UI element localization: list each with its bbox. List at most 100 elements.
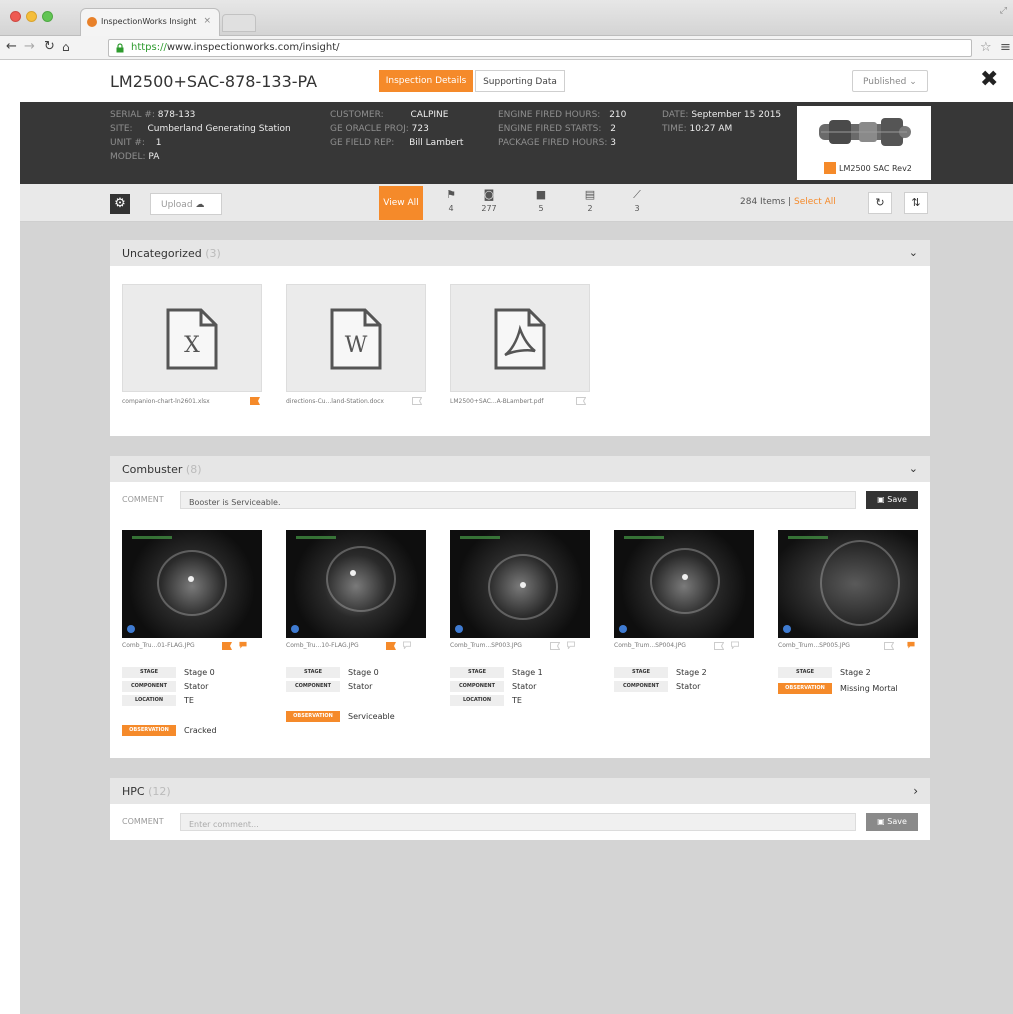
- filter-documents[interactable]: ▤ 2: [576, 188, 604, 213]
- flag-icon[interactable]: [222, 642, 232, 650]
- address-bar[interactable]: https://www.inspectionworks.com/insight/: [108, 39, 972, 57]
- tag-label: LOCATION: [450, 695, 504, 706]
- upload-button[interactable]: Upload ☁: [150, 193, 222, 215]
- refresh-icon[interactable]: ↻: [868, 192, 892, 214]
- section-header[interactable]: HPC (12) ›: [110, 778, 930, 804]
- browser-menu-icon[interactable]: ≡: [1000, 40, 1011, 55]
- tag-component: COMPONENT Stator: [122, 676, 208, 692]
- section-count: (12): [148, 785, 171, 798]
- engine-model-card[interactable]: LM2500 SAC Rev2: [797, 106, 931, 180]
- pdf-file-icon: [494, 308, 546, 370]
- engine-image: [819, 118, 911, 146]
- filter-charts[interactable]: ⟋ 3: [623, 188, 651, 213]
- document-card-xlsx[interactable]: X: [122, 284, 262, 392]
- info-oracle: GE ORACLE PROJ: 723: [330, 124, 429, 135]
- camera-icon: ◙: [483, 188, 495, 201]
- inspection-image[interactable]: [122, 530, 262, 638]
- gear-icon[interactable]: ⚙: [110, 194, 130, 214]
- section-title-text: Combuster: [122, 463, 183, 476]
- tag-value: Stage 2: [840, 668, 871, 677]
- section-header[interactable]: Combuster (8) ⌄: [110, 456, 930, 482]
- flag-outline-icon[interactable]: [884, 642, 894, 650]
- browser-tab[interactable]: InspectionWorks Insight ×: [80, 8, 220, 36]
- home-icon: [824, 162, 836, 174]
- tab-close-icon[interactable]: ×: [203, 16, 211, 26]
- document-card-pdf[interactable]: [450, 284, 590, 392]
- filter-videos[interactable]: ■ 5: [527, 188, 555, 213]
- bookmark-star-icon[interactable]: ☆: [980, 40, 992, 55]
- info-dot-icon: [619, 625, 627, 633]
- tag-value: Stator: [348, 682, 373, 691]
- status-dropdown[interactable]: Published ⌄: [852, 70, 928, 92]
- info-dot-icon: [291, 625, 299, 633]
- tag-label: COMPONENT: [286, 681, 340, 692]
- section-title-text: HPC: [122, 785, 145, 798]
- comment-outline-icon[interactable]: [730, 641, 740, 649]
- save-button[interactable]: ▣ Save: [866, 491, 918, 509]
- tag-stage: STAGE Stage 2: [614, 662, 707, 678]
- comment-outline-icon[interactable]: [566, 641, 576, 649]
- browser-tab-title: InspectionWorks Insight: [101, 17, 197, 26]
- zoom-window-button[interactable]: [42, 11, 53, 22]
- browser-navbar: ← → ↻ ⌂ https://www.inspectionworks.com/…: [0, 36, 1013, 60]
- tab-inspection-details[interactable]: Inspection Details: [379, 70, 473, 92]
- info-label: PACKAGE FIRED HOURS:: [498, 138, 608, 148]
- app-header: LM2500+SAC-878-133-PA Inspection Details…: [20, 60, 1013, 102]
- new-tab-button[interactable]: [222, 14, 256, 32]
- comment-icon[interactable]: [238, 641, 248, 649]
- flag-outline-icon[interactable]: [412, 397, 422, 405]
- tag-label: OBSERVATION: [286, 711, 340, 722]
- filter-count: 3: [634, 204, 640, 213]
- save-button[interactable]: ▣ Save: [866, 813, 918, 831]
- tag-value: TE: [512, 696, 522, 705]
- engine-model-label: LM2500 SAC Rev2: [839, 164, 912, 173]
- chevron-right-icon[interactable]: ›: [913, 784, 918, 798]
- overlay-text: [296, 536, 336, 539]
- flag-outline-icon[interactable]: [714, 642, 724, 650]
- forward-icon[interactable]: →: [24, 39, 35, 55]
- overlay-text: [788, 536, 828, 539]
- comment-input[interactable]: [180, 813, 856, 831]
- info-value: 10:27 AM: [689, 124, 733, 134]
- section-count: (3): [205, 247, 221, 260]
- items-count-text: 284 Items: [740, 197, 786, 207]
- inspection-image[interactable]: [778, 530, 918, 638]
- comment-icon[interactable]: [906, 641, 916, 649]
- sort-icon[interactable]: ⇅: [904, 192, 928, 214]
- flag-icon[interactable]: [250, 397, 260, 405]
- info-label: ENGINE FIRED STARTS:: [498, 124, 602, 134]
- minimize-window-button[interactable]: [26, 11, 37, 22]
- chevron-down-icon[interactable]: ⌄: [909, 246, 918, 259]
- comment-input[interactable]: [180, 491, 856, 509]
- comment-outline-icon[interactable]: [402, 641, 412, 649]
- filter-photos[interactable]: ◙ 277: [475, 188, 503, 213]
- info-label: DATE:: [662, 110, 689, 120]
- tag-stage: STAGE Stage 2: [778, 662, 871, 678]
- comment-row: COMMENT ▣ Save: [110, 488, 930, 512]
- info-label: SITE:: [110, 124, 133, 134]
- select-all-link[interactable]: Select All: [794, 197, 836, 207]
- view-all-button[interactable]: View All: [379, 186, 423, 220]
- back-icon[interactable]: ←: [6, 39, 17, 55]
- tab-supporting-data[interactable]: Supporting Data: [475, 70, 565, 92]
- filter-flags[interactable]: ⚑ 4: [437, 188, 465, 213]
- section-title-text: Uncategorized: [122, 247, 202, 260]
- section-count: (8): [185, 463, 202, 476]
- inspection-image[interactable]: [614, 530, 754, 638]
- info-model: MODEL: PA: [110, 152, 159, 163]
- document-card-docx[interactable]: W: [286, 284, 426, 392]
- chevron-down-icon[interactable]: ⌄: [909, 462, 918, 475]
- tag-observation: OBSERVATION Missing Mortal: [778, 678, 898, 694]
- inspection-image[interactable]: [450, 530, 590, 638]
- favicon-icon: [87, 17, 97, 27]
- close-window-button[interactable]: [10, 11, 21, 22]
- inspection-image[interactable]: [286, 530, 426, 638]
- home-icon[interactable]: ⌂: [62, 39, 70, 55]
- flag-icon[interactable]: [386, 642, 396, 650]
- reload-icon[interactable]: ↻: [44, 39, 55, 55]
- flag-outline-icon[interactable]: [550, 642, 560, 650]
- flag-outline-icon[interactable]: [576, 397, 586, 405]
- filter-count: 2: [587, 204, 593, 213]
- section-header[interactable]: Uncategorized (3) ⌄: [110, 240, 930, 266]
- close-icon[interactable]: ✖: [980, 68, 998, 92]
